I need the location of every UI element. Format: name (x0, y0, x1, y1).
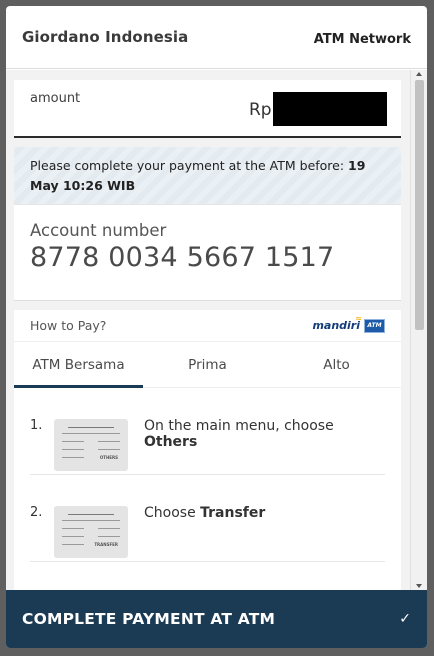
atm-bersama-logo: ATM (364, 318, 385, 333)
thumbnail-tag: TRANSFER (94, 542, 118, 547)
atm-screen-thumbnail: OTHERS (54, 419, 128, 471)
account-card: Account number 8778 0034 5667 1517 (14, 205, 401, 301)
step-number: 2. (30, 505, 43, 520)
payment-method-label: ATM Network (313, 31, 411, 47)
complete-payment-label: COMPLETE PAYMENT AT ATM (22, 610, 276, 628)
mandiri-wave-icon: ≈ (355, 314, 362, 323)
step-text: On the main menu, choose Others (144, 418, 385, 450)
account-number: 8778 0034 5667 1517 (30, 242, 335, 273)
mandiri-logo: mandiri ≈ (312, 314, 362, 332)
account-number-label: Account number (30, 221, 167, 240)
scrollbar[interactable] (410, 70, 427, 590)
complete-payment-button[interactable]: COMPLETE PAYMENT AT ATM ✓ (6, 590, 427, 648)
bank-logos: mandiri ≈ ATM (312, 314, 385, 333)
how-to-pay-header: How to Pay? mandiri ≈ ATM (14, 310, 401, 342)
thumbnail-tag: OTHERS (99, 455, 118, 460)
mandiri-logo-text: mandiri (312, 319, 360, 332)
amount-card: amount Rp (14, 80, 401, 138)
instruction-step: 2. TRANSFER Choose Transfer (30, 475, 385, 562)
payment-deadline-notice: Please complete your payment at the ATM … (14, 147, 401, 205)
scroll-thumb[interactable] (415, 80, 424, 330)
merchant-name: Giordano Indonesia (22, 28, 189, 46)
step-number: 1. (30, 418, 43, 433)
step-text-main: On the main menu, choose (144, 418, 334, 434)
how-to-pay-card: How to Pay? mandiri ≈ ATM ATM Bersama Pri… (14, 310, 401, 590)
tab-atm-bersama[interactable]: ATM Bersama (14, 342, 143, 388)
step-text-emphasis: Others (144, 434, 198, 450)
amount-label: amount (30, 91, 81, 106)
checkmark-icon: ✓ (399, 611, 411, 627)
network-tabs: ATM Bersama Prima Alto (14, 342, 401, 388)
amount-redaction (273, 92, 387, 126)
modal-header: Giordano Indonesia ATM Network (6, 6, 427, 69)
tab-alto[interactable]: Alto (272, 342, 401, 387)
scroll-area[interactable]: amount Rp Please complete your payment a… (6, 70, 427, 590)
tab-prima[interactable]: Prima (143, 342, 272, 387)
scroll-down-arrow-icon[interactable] (416, 584, 422, 588)
amount-currency: Rp (249, 100, 272, 120)
deadline-text: Please complete your payment at the ATM … (30, 158, 349, 173)
instruction-step: 1. OTHERS On the main menu, choose Other… (30, 388, 385, 475)
instruction-steps: 1. OTHERS On the main menu, choose Other… (14, 388, 401, 590)
scroll-up-arrow-icon[interactable] (416, 72, 422, 76)
step-text-emphasis: Transfer (200, 505, 266, 521)
payment-modal: Giordano Indonesia ATM Network amount Rp… (6, 6, 427, 648)
step-text-main: Choose (144, 505, 201, 521)
step-text: Choose Transfer (144, 505, 265, 521)
atm-screen-thumbnail: TRANSFER (54, 506, 128, 558)
how-to-pay-title: How to Pay? (30, 318, 107, 333)
instruction-step-partial (30, 562, 385, 590)
